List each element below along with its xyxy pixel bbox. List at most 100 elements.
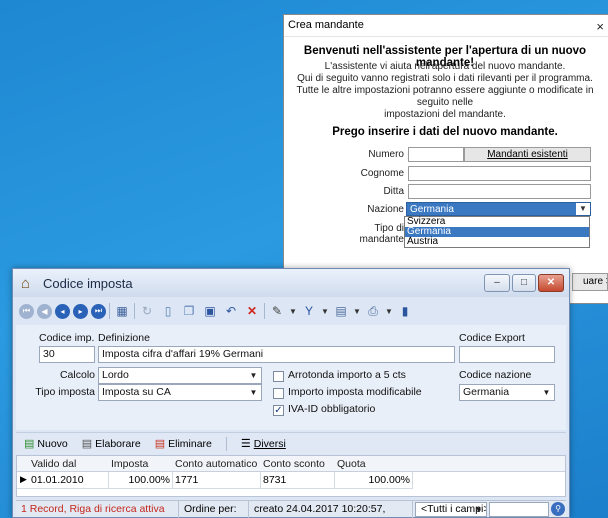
tools-icon[interactable]: ✎ [268, 302, 286, 320]
validity-grid: Valido dal Imposta Conto automatico Cont… [16, 455, 566, 497]
save-icon[interactable]: ▣ [201, 302, 219, 320]
delete-icon[interactable]: ✕ [243, 302, 261, 320]
minimize-button[interactable]: – [484, 274, 510, 292]
nuovo-button[interactable]: ▤ Nuovo [24, 437, 68, 451]
copy-icon[interactable]: ❐ [180, 302, 198, 320]
window-title: Codice imposta [43, 276, 133, 291]
grid-header-valido[interactable]: Valido dal [29, 456, 99, 472]
next-record-icon[interactable]: ▸ [73, 303, 88, 319]
refresh-icon[interactable]: ↻ [138, 302, 156, 320]
menu-icon: ☰ [240, 438, 251, 450]
intro-line: Tutte le altre impostazioni potranno ess… [296, 85, 594, 108]
chevron-down-icon[interactable]: ▼ [247, 386, 260, 399]
report-icon[interactable]: ▤ [332, 302, 350, 320]
definizione-label: Definizione [98, 332, 150, 344]
existing-clients-button[interactable]: Mandanti esistenti [464, 147, 591, 162]
eliminare-button[interactable]: ▤ Eliminare [155, 437, 212, 451]
cognome-label: Cognome [360, 168, 404, 179]
ditta-input[interactable] [408, 184, 591, 199]
numero-input[interactable] [408, 147, 464, 162]
diversi-button[interactable]: ☰ Diversi [240, 437, 286, 451]
close-icon[interactable]: × [596, 17, 604, 37]
close-button[interactable]: ✕ [538, 274, 564, 292]
chevron-down-icon[interactable]: ▼ [353, 302, 361, 320]
iva-checkbox[interactable]: ✓ [273, 405, 284, 416]
grid-header-imposta[interactable]: Imposta [109, 456, 171, 472]
previous-record-icon[interactable]: ◀ [37, 303, 52, 319]
chevron-down-icon[interactable]: ▼ [576, 203, 590, 215]
tax-code-window: ⌂ Codice imposta – □ ✕ ⏮ ◀ ◂ ▸ ⏭ ▦ ↻ ▯ ❐… [12, 268, 570, 518]
undo-icon[interactable]: ↶ [222, 302, 240, 320]
detail-toolbar: ▤ Nuovo ▤ Elaborare ▤ Eliminare ☰ Divers… [16, 432, 566, 454]
calcolo-value: Lordo [102, 369, 129, 381]
intro-text: L'assistente vi aiuta nell'apertura del … [284, 61, 606, 121]
cognome-input[interactable] [408, 166, 591, 181]
arrotonda-label: Arrotonda importo a 5 cts [288, 369, 406, 381]
nazione-dropdown-list: Svizzera Germania Austria [404, 216, 590, 248]
export-input[interactable] [459, 346, 555, 363]
next-button-partial[interactable]: uare > [572, 273, 608, 291]
grid-header-quota[interactable]: Quota [335, 456, 411, 472]
toolbar-separator [264, 303, 265, 319]
last-record-icon[interactable]: ⏭ [91, 303, 106, 319]
codice-nazione-value: Germania [463, 386, 510, 398]
filter-icon[interactable]: Y [300, 302, 318, 320]
intro-line: L'assistente vi aiuta nell'apertura del … [324, 61, 566, 72]
chevron-down-icon[interactable]: ▼ [247, 369, 260, 382]
order-label: Ordine per: [179, 500, 249, 518]
diversi-label: Diversi [253, 437, 286, 450]
edit-icon: ▤ [81, 438, 93, 450]
nazione-select[interactable]: Germania ▼ [406, 202, 591, 216]
importo-label: Importo imposta modificabile [288, 386, 422, 398]
grid-cell-conto-automatico[interactable]: 1771 [173, 472, 261, 488]
previous-page-icon[interactable]: ◂ [55, 303, 70, 319]
table-view-icon[interactable]: ▦ [113, 302, 131, 320]
toolbar-separator [225, 436, 227, 451]
chevron-down-icon[interactable]: ▼ [289, 302, 297, 320]
nuovo-label: Nuovo [37, 437, 68, 450]
codice-nazione-label: Codice nazione [459, 369, 532, 381]
arrotonda-checkbox[interactable] [273, 371, 284, 382]
window-titlebar: ⌂ Codice imposta – □ ✕ [13, 269, 569, 297]
grid-cell-conto-sconto[interactable]: 8731 [261, 472, 335, 488]
nazione-label: Nazione [367, 204, 404, 215]
calcolo-select[interactable]: Lordo ▼ [98, 367, 262, 384]
record-status: 1 Record, Riga di ricerca attiva [16, 500, 179, 518]
numero-label: Numero [368, 149, 404, 160]
grid-cell-valido[interactable]: 01.01.2010 [29, 472, 109, 488]
tipo-imposta-label: Tipo imposta [35, 386, 95, 398]
new-document-icon[interactable]: ▯ [159, 302, 177, 320]
toolbar-separator [134, 303, 135, 319]
book-icon[interactable]: ▮ [396, 302, 414, 320]
chevron-down-icon[interactable]: ▼ [321, 302, 329, 320]
search-icon[interactable]: ⚲ [551, 502, 565, 516]
importo-checkbox[interactable] [273, 388, 284, 399]
eliminare-label: Eliminare [168, 437, 212, 450]
grid-header: Valido dal Imposta Conto automatico Cont… [17, 456, 565, 472]
maximize-button[interactable]: □ [512, 274, 536, 292]
row-pointer-icon: ▶ [20, 474, 27, 484]
chevron-down-icon[interactable]: ▼ [540, 386, 553, 399]
search-field-select[interactable]: <Tutti i campi> ▼ [415, 501, 487, 517]
ditta-label: Ditta [383, 186, 404, 197]
chevron-down-icon[interactable]: ▼ [472, 503, 485, 516]
nazione-option[interactable]: Austria [405, 237, 589, 247]
codice-nazione-select[interactable]: Germania ▼ [459, 384, 555, 401]
export-label: Codice Export [459, 332, 525, 344]
create-client-dialog: Crea mandante × Benvenuti nell'assistent… [283, 14, 608, 304]
grid-cell-quota[interactable]: 100.00% [335, 472, 413, 488]
elaborare-button[interactable]: ▤ Elaborare [81, 437, 141, 451]
elaborare-label: Elaborare [95, 437, 141, 450]
grid-header-conto-sconto[interactable]: Conto sconto [261, 456, 331, 472]
dialog-titlebar: Crea mandante × [284, 15, 608, 37]
first-record-icon[interactable]: ⏮ [19, 303, 34, 319]
grid-header-conto-automatico[interactable]: Conto automatico [173, 456, 261, 472]
tipo-imposta-select[interactable]: Imposta su CA ▼ [98, 384, 262, 401]
codice-input[interactable]: 30 [39, 346, 95, 363]
search-input[interactable] [489, 501, 549, 517]
grid-cell-imposta[interactable]: 100.00% [109, 472, 173, 488]
house-icon: ⌂ [21, 275, 31, 292]
definizione-input[interactable]: Imposta cifra d'affari 19% Germani [98, 346, 455, 363]
print-icon[interactable]: ⎙ [364, 302, 382, 320]
chevron-down-icon[interactable]: ▼ [385, 302, 393, 320]
